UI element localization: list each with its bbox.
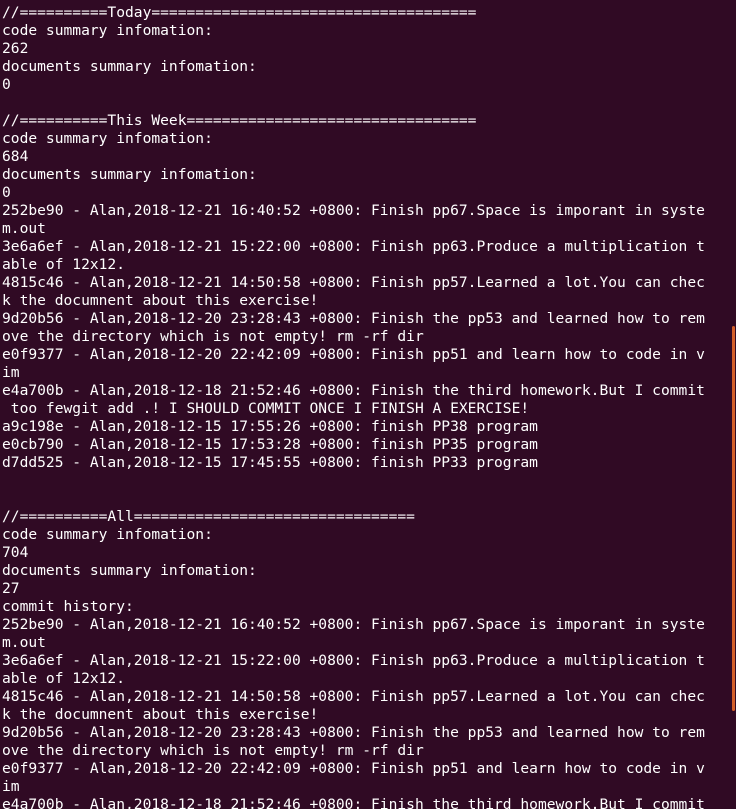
terminal-line: 0 [2,184,11,201]
terminal-line: e4a700b - Alan,2018-12-18 21:52:46 +0800… [2,382,705,399]
terminal-line: 252be90 - Alan,2018-12-21 16:40:52 +0800… [2,616,705,633]
terminal-line: documents summary infomation: [2,58,257,75]
terminal-line: 262 [2,40,29,57]
terminal-line: //==========Today=======================… [2,4,477,21]
terminal-line: able of 12x12. [2,256,126,273]
terminal-line: 3e6a6ef - Alan,2018-12-21 15:22:00 +0800… [2,238,705,255]
terminal-line: code summary infomation: [2,526,213,543]
terminal-line: documents summary infomation: [2,166,257,183]
terminal-line: 4815c46 - Alan,2018-12-21 14:50:58 +0800… [2,274,705,291]
terminal-line: 9d20b56 - Alan,2018-12-20 23:28:43 +0800… [2,724,705,741]
terminal-line: 252be90 - Alan,2018-12-21 16:40:52 +0800… [2,202,705,219]
terminal-line: e0f9377 - Alan,2018-12-20 22:42:09 +0800… [2,346,705,363]
terminal-line: 4815c46 - Alan,2018-12-21 14:50:58 +0800… [2,688,705,705]
terminal-line: 27 [2,580,20,597]
terminal-line: e4a700b - Alan,2018-12-18 21:52:46 +0800… [2,796,705,809]
terminal-line: 0 [2,76,11,93]
terminal-line: k the documnent about this exercise! [2,706,319,723]
terminal-line: a9c198e - Alan,2018-12-15 17:55:26 +0800… [2,418,538,435]
terminal-line: too fewgit add .! I SHOULD COMMIT ONCE I… [2,400,530,417]
terminal-line: able of 12x12. [2,670,126,687]
terminal-line: m.out [2,634,46,651]
terminal-line: ove the directory which is not empty! rm… [2,742,424,759]
terminal-line: 9d20b56 - Alan,2018-12-20 23:28:43 +0800… [2,310,705,327]
terminal-line: code summary infomation: [2,22,213,39]
terminal-line: d7dd525 - Alan,2018-12-15 17:45:55 +0800… [2,454,538,471]
terminal-line: im [2,364,20,381]
terminal-line: code summary infomation: [2,130,213,147]
terminal-line: e0f9377 - Alan,2018-12-20 22:42:09 +0800… [2,760,705,777]
scrollbar-thumb[interactable] [732,326,735,711]
terminal-line: documents summary infomation: [2,562,257,579]
terminal-line: ove the directory which is not empty! rm… [2,328,424,345]
terminal-line: m.out [2,220,46,237]
terminal-window[interactable]: //==========Today=======================… [0,0,736,809]
terminal-line: im [2,778,20,795]
terminal-line: //==========All=========================… [2,508,415,525]
terminal-line: 704 [2,544,29,561]
terminal-line: 684 [2,148,29,165]
terminal-line: k the documnent about this exercise! [2,292,319,309]
terminal-line: e0cb790 - Alan,2018-12-15 17:53:28 +0800… [2,436,538,453]
terminal-line: //==========This Week===================… [2,112,477,129]
terminal-output: //==========Today=======================… [2,4,724,809]
terminal-line: commit history: [2,598,134,615]
terminal-line: 3e6a6ef - Alan,2018-12-21 15:22:00 +0800… [2,652,705,669]
scrollbar[interactable] [724,0,736,809]
